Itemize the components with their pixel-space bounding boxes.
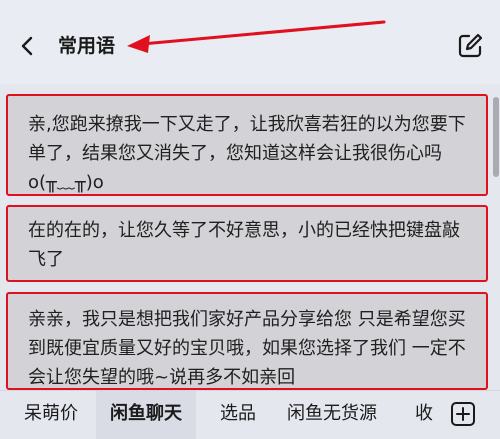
tab-xianyu-chat[interactable]: 闲鱼聊天 bbox=[96, 391, 196, 439]
tab-fade bbox=[436, 391, 450, 439]
tab-xuanpin[interactable]: 选品 bbox=[220, 391, 256, 439]
phrase-card[interactable]: 亲,您跑来撩我一下又走了，让我欣喜若狂的以为您要下单了，结果您又消失了，您知道这… bbox=[6, 94, 488, 196]
header-bar: 常用语 bbox=[0, 0, 500, 84]
phrase-list[interactable]: 亲,您跑来撩我一下又走了，让我欣喜若狂的以为您要下单了，结果您又消失了，您知道这… bbox=[0, 84, 500, 390]
phrase-card[interactable]: 在的在的，让您久等了不好意思，小的已经快把键盘敲飞了 bbox=[6, 205, 488, 282]
tab-shou[interactable]: 收 bbox=[415, 391, 437, 439]
phrase-text: 亲,您跑来撩我一下又走了，让我欣喜若狂的以为您要下单了，结果您又消失了，您知道这… bbox=[28, 114, 466, 193]
phrase-card[interactable]: 亲亲，我只是想把我们家好产品分享给您 只是希望您买到既便宜质量又好的宝贝哦，如果… bbox=[6, 292, 488, 390]
plus-square-icon[interactable] bbox=[450, 401, 476, 427]
chevron-left-icon[interactable] bbox=[16, 34, 40, 58]
tab-xianyu-no-stock[interactable]: 闲鱼无货源 bbox=[287, 391, 377, 439]
tab-daimengjia[interactable]: 呆萌价 bbox=[24, 391, 78, 439]
phrase-text: 亲亲，我只是想把我们家好产品分享给您 只是希望您买到既便宜质量又好的宝贝哦，如果… bbox=[28, 309, 466, 388]
page-title: 常用语 bbox=[58, 35, 116, 57]
category-tab-bar: 呆萌价 闲鱼聊天 选品 闲鱼无货源 收 bbox=[0, 390, 500, 439]
scrollbar[interactable] bbox=[493, 97, 499, 177]
phrase-text: 在的在的，让您久等了不好意思，小的已经快把键盘敲飞了 bbox=[28, 220, 460, 270]
edit-icon[interactable] bbox=[455, 31, 485, 61]
